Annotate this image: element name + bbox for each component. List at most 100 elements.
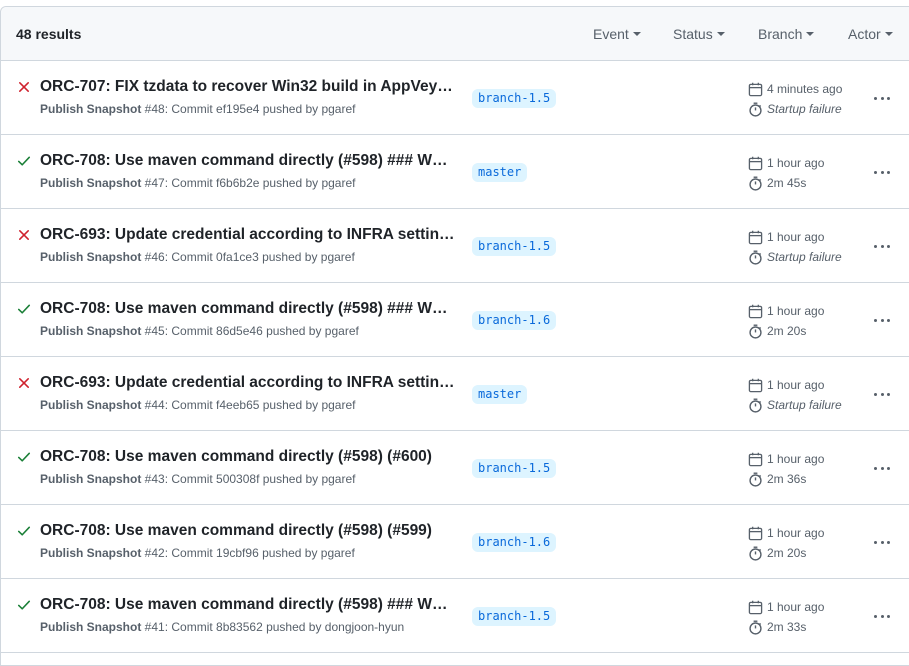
run-title[interactable]: ORC-707: FIX tzdata to recover Win32 bui… xyxy=(40,78,455,96)
workflow-run-row[interactable]: ORC-708: Use maven command directly (#59… xyxy=(1,579,909,653)
kebab-menu-icon[interactable] xyxy=(871,161,893,183)
check-icon xyxy=(17,302,31,316)
stopwatch-icon xyxy=(748,102,763,117)
workflow-name: Publish Snapshot xyxy=(40,176,142,190)
branch-filter[interactable]: Branch xyxy=(758,26,815,42)
run-title[interactable]: ORC-708: Use maven command directly (#59… xyxy=(40,448,455,466)
calendar-icon xyxy=(748,82,763,97)
branch-label[interactable]: master xyxy=(472,163,528,182)
run-commit-info: #45: Commit 86d5e46 pushed by pgaref xyxy=(141,324,359,338)
x-icon xyxy=(17,228,31,242)
run-subtitle: Publish Snapshot #45: Commit 86d5e46 pus… xyxy=(40,324,359,338)
branch-filter-label: Branch xyxy=(758,26,803,42)
stopwatch-icon xyxy=(748,472,763,487)
kebab-menu-icon[interactable] xyxy=(871,531,893,553)
chevron-down-icon xyxy=(632,32,641,37)
branch-label[interactable]: branch-1.5 xyxy=(472,459,557,478)
workflow-name: Publish Snapshot xyxy=(40,324,142,338)
results-header: 48 results Event Status Branch Actor xyxy=(1,7,909,61)
check-icon xyxy=(17,154,31,168)
calendar-icon xyxy=(748,378,763,393)
workflow-name: Publish Snapshot xyxy=(40,472,142,486)
workflow-run-row[interactable]: ORC-707: FIX tzdata to recover Win32 bui… xyxy=(1,61,909,135)
calendar-icon xyxy=(748,600,763,615)
run-duration: 2m 36s xyxy=(767,472,807,486)
run-time: 1 hour ago xyxy=(767,452,825,466)
kebab-menu-icon[interactable] xyxy=(871,457,893,479)
kebab-menu-icon[interactable] xyxy=(871,235,893,257)
status-filter-label: Status xyxy=(673,26,713,42)
branch-label[interactable]: branch-1.5 xyxy=(472,89,557,108)
run-title[interactable]: ORC-708: Use maven command directly (#59… xyxy=(40,522,455,540)
branch-label[interactable]: branch-1.5 xyxy=(472,607,557,626)
actor-filter[interactable]: Actor xyxy=(848,26,893,42)
run-duration: 2m 45s xyxy=(767,176,807,190)
stopwatch-icon xyxy=(748,398,763,413)
run-time: 1 hour ago xyxy=(767,156,825,170)
stopwatch-icon xyxy=(748,324,763,339)
run-title[interactable]: ORC-708: Use maven command directly (#59… xyxy=(40,596,455,614)
branch-label[interactable]: branch-1.5 xyxy=(472,237,557,256)
workflow-name: Publish Snapshot xyxy=(40,250,142,264)
run-title[interactable]: ORC-693: Update credential according to … xyxy=(40,226,455,244)
run-subtitle: Publish Snapshot #47: Commit f6b6b2e pus… xyxy=(40,176,355,190)
stopwatch-icon xyxy=(748,176,763,191)
run-title[interactable]: ORC-708: Use maven command directly (#59… xyxy=(40,300,455,318)
kebab-menu-icon[interactable] xyxy=(871,605,893,627)
check-icon xyxy=(17,450,31,464)
workflow-run-row[interactable]: ORC-693: Update credential according to … xyxy=(1,357,909,431)
run-time: 1 hour ago xyxy=(767,230,825,244)
x-icon xyxy=(17,80,31,94)
run-commit-info: #43: Commit 500308f pushed by pgaref xyxy=(141,472,356,486)
check-icon xyxy=(17,524,31,538)
x-icon xyxy=(17,376,31,390)
run-duration: Startup failure xyxy=(767,398,842,412)
run-time: 1 hour ago xyxy=(767,526,825,540)
kebab-menu-icon[interactable] xyxy=(871,309,893,331)
calendar-icon xyxy=(748,156,763,171)
run-subtitle: Publish Snapshot #42: Commit 19cbf96 pus… xyxy=(40,546,355,560)
status-filter[interactable]: Status xyxy=(673,26,725,42)
calendar-icon xyxy=(748,304,763,319)
run-commit-info: #41: Commit 8b83562 pushed by dongjoon-h… xyxy=(141,620,405,634)
branch-label[interactable]: master xyxy=(472,385,528,404)
run-duration: Startup failure xyxy=(767,102,842,116)
run-time: 4 minutes ago xyxy=(767,82,843,96)
run-duration: 2m 20s xyxy=(767,546,807,560)
run-title[interactable]: ORC-708: Use maven command directly (#59… xyxy=(40,152,455,170)
run-subtitle: Publish Snapshot #48: Commit ef195e4 pus… xyxy=(40,102,355,116)
run-duration: Startup failure xyxy=(767,250,842,264)
run-commit-info: #42: Commit 19cbf96 pushed by pgaref xyxy=(141,546,355,560)
workflow-name: Publish Snapshot xyxy=(40,102,142,116)
run-time: 1 hour ago xyxy=(767,304,825,318)
kebab-menu-icon[interactable] xyxy=(871,383,893,405)
kebab-menu-icon[interactable] xyxy=(871,87,893,109)
event-filter[interactable]: Event xyxy=(593,26,641,42)
run-commit-info: #46: Commit 0fa1ce3 pushed by pgaref xyxy=(141,250,355,264)
run-title[interactable]: ORC-693: Update credential according to … xyxy=(40,374,455,392)
workflow-run-row[interactable]: ORC-708: Use maven command directly (#59… xyxy=(1,135,909,209)
stopwatch-icon xyxy=(748,250,763,265)
run-subtitle: Publish Snapshot #46: Commit 0fa1ce3 pus… xyxy=(40,250,355,264)
workflow-name: Publish Snapshot xyxy=(40,546,142,560)
branch-label[interactable]: branch-1.6 xyxy=(472,533,557,552)
run-subtitle: Publish Snapshot #44: Commit f4eeb65 pus… xyxy=(40,398,355,412)
workflow-run-row[interactable]: ORC-708: Use maven command directly (#59… xyxy=(1,505,909,579)
workflow-run-row[interactable]: ORC-693: Update credential according to … xyxy=(1,209,909,283)
chevron-down-icon xyxy=(884,32,893,37)
chevron-down-icon xyxy=(716,32,725,37)
run-duration: 2m 33s xyxy=(767,620,807,634)
run-subtitle: Publish Snapshot #41: Commit 8b83562 pus… xyxy=(40,620,404,634)
calendar-icon xyxy=(748,452,763,467)
event-filter-label: Event xyxy=(593,26,629,42)
run-commit-info: #48: Commit ef195e4 pushed by pgaref xyxy=(141,102,356,116)
branch-label[interactable]: branch-1.6 xyxy=(472,311,557,330)
run-duration: 2m 20s xyxy=(767,324,807,338)
calendar-icon xyxy=(748,230,763,245)
stopwatch-icon xyxy=(748,546,763,561)
workflow-run-row[interactable]: ORC-708: Use maven command directly (#59… xyxy=(1,431,909,505)
workflow-runs-panel: 48 results Event Status Branch Actor ORC… xyxy=(0,6,909,666)
check-icon xyxy=(17,598,31,612)
workflow-run-row[interactable]: ORC-708: Use maven command directly (#59… xyxy=(1,283,909,357)
run-time: 1 hour ago xyxy=(767,378,825,392)
